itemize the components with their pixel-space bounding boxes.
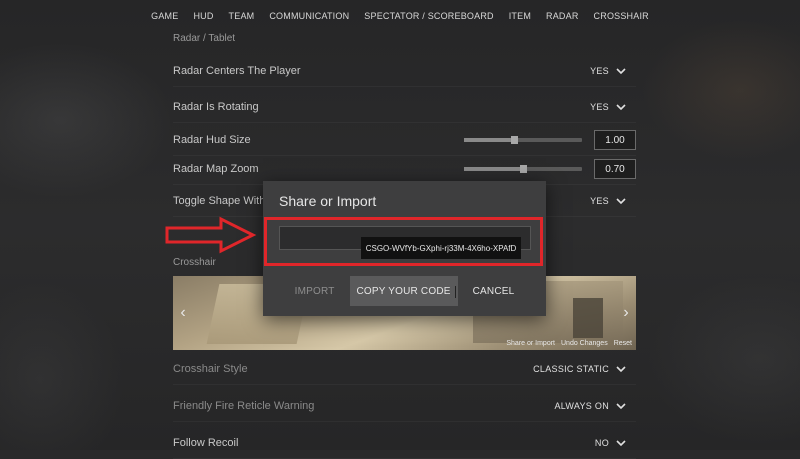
share-or-import-link[interactable]: Share or Import xyxy=(506,340,555,347)
dialog-button-row: IMPORT COPY YOUR CODE CANCEL xyxy=(263,276,546,306)
chevron-down-icon xyxy=(616,104,626,111)
slider-fill xyxy=(464,138,514,142)
dropdown-value: ALWAYS ON xyxy=(554,401,609,411)
setting-row-friendly-fire: Friendly Fire Reticle Warning ALWAYS ON xyxy=(173,391,636,422)
setting-label: Radar Is Rotating xyxy=(173,101,259,113)
dialog-title: Share or Import xyxy=(279,193,377,209)
setting-label: Radar Hud Size xyxy=(173,134,251,146)
setting-row-crosshair-style: Crosshair Style CLASSIC STATIC xyxy=(173,354,636,385)
dropdown-value: YES xyxy=(590,66,609,76)
dropdown-value: NO xyxy=(594,438,609,448)
setting-label: Friendly Fire Reticle Warning xyxy=(173,400,315,412)
slider-thumb[interactable] xyxy=(510,136,518,144)
setting-label: Crosshair Style xyxy=(173,363,248,375)
radar-map-zoom-input[interactable]: 0.70 xyxy=(594,159,636,179)
chevron-down-icon xyxy=(616,403,626,410)
undo-changes-link[interactable]: Undo Changes xyxy=(561,340,608,347)
radar-hud-size-input[interactable]: 1.00 xyxy=(594,130,636,150)
setting-label: Follow Recoil xyxy=(173,437,239,449)
radar-rotating-dropdown[interactable]: YES xyxy=(590,102,636,112)
setting-label: Radar Centers The Player xyxy=(173,65,301,77)
tab-spectator-scoreboard[interactable]: SPECTATOR / SCOREBOARD xyxy=(364,11,493,21)
radar-centers-player-dropdown[interactable]: YES xyxy=(590,66,636,76)
radar-map-zoom-slider[interactable] xyxy=(464,165,582,173)
tab-game[interactable]: GAME xyxy=(151,11,178,21)
tab-radar[interactable]: RADAR xyxy=(546,11,579,21)
mouse-cursor xyxy=(455,286,456,298)
annotation-highlight-box xyxy=(264,217,543,266)
tab-communication[interactable]: COMMUNICATION xyxy=(269,11,349,21)
crosshair-style-dropdown[interactable]: CLASSIC STATIC xyxy=(533,364,636,374)
tab-team[interactable]: TEAM xyxy=(229,11,255,21)
setting-row-follow-recoil: Follow Recoil NO xyxy=(173,428,636,459)
preview-scene-door xyxy=(573,298,603,338)
tab-item[interactable]: ITEM xyxy=(509,11,531,21)
setting-label: Radar Map Zoom xyxy=(173,163,259,175)
tab-crosshair[interactable]: CROSSHAIR xyxy=(594,11,649,21)
radar-hud-size-slider[interactable] xyxy=(464,136,582,144)
slider-thumb[interactable] xyxy=(520,165,527,173)
dropdown-value: YES xyxy=(590,196,609,206)
section-title-radar: Radar / Tablet xyxy=(173,33,236,44)
dropdown-value: CLASSIC STATIC xyxy=(533,364,609,374)
reset-link[interactable]: Reset xyxy=(614,340,632,347)
chevron-down-icon xyxy=(616,366,626,373)
setting-label: Toggle Shape With S xyxy=(173,195,276,207)
friendly-fire-dropdown[interactable]: ALWAYS ON xyxy=(554,401,636,411)
chevron-left-icon[interactable]: ‹ xyxy=(175,304,191,322)
import-button[interactable]: IMPORT xyxy=(288,276,342,306)
toggle-shape-dropdown[interactable]: YES xyxy=(590,196,636,206)
setting-row-radar-hud-size: Radar Hud Size 1.00 xyxy=(173,125,636,156)
follow-recoil-dropdown[interactable]: NO xyxy=(595,438,636,448)
settings-tab-bar: GAME HUD TEAM COMMUNICATION SPECTATOR / … xyxy=(0,0,800,32)
tab-hud[interactable]: HUD xyxy=(193,11,213,21)
preview-links: Share or Import Undo Changes Reset xyxy=(506,340,632,347)
chevron-down-icon xyxy=(616,440,626,447)
setting-row-radar-centers-player: Radar Centers The Player YES xyxy=(173,56,636,87)
radar-hud-size-control: 1.00 xyxy=(464,130,636,150)
setting-row-radar-rotating: Radar Is Rotating YES xyxy=(173,92,636,123)
chevron-right-icon[interactable]: › xyxy=(618,304,634,322)
radar-map-zoom-control: 0.70 xyxy=(464,159,636,179)
section-title-crosshair: Crosshair xyxy=(173,257,216,268)
annotation-arrow-icon xyxy=(165,216,257,254)
copy-your-code-button[interactable]: COPY YOUR CODE xyxy=(349,276,458,306)
slider-fill xyxy=(464,167,523,171)
chevron-down-icon xyxy=(616,68,626,75)
chevron-down-icon xyxy=(616,198,626,205)
dropdown-value: YES xyxy=(590,102,609,112)
cancel-button[interactable]: CANCEL xyxy=(466,276,522,306)
